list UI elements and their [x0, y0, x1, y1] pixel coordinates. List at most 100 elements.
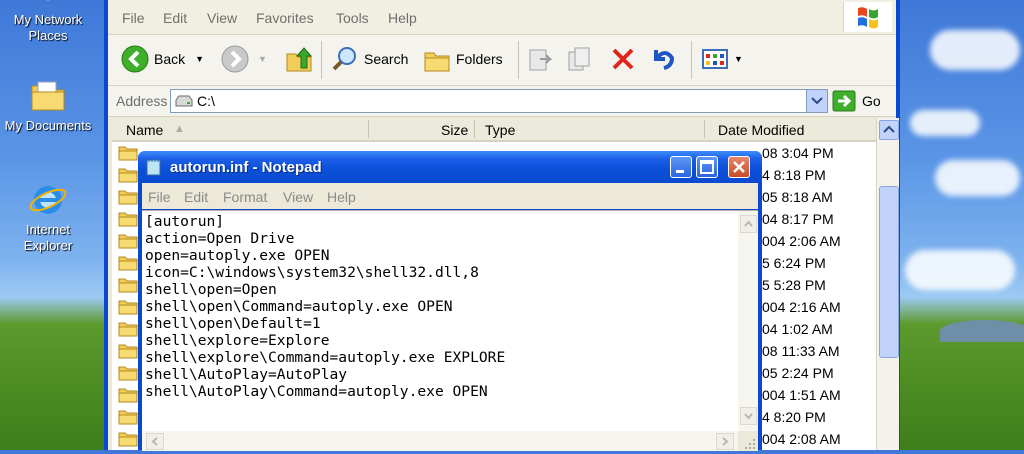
desktop-icon-label: My Network	[13, 12, 83, 27]
file-date-modified: 05 8:18 AM	[762, 189, 833, 205]
folder-icon	[118, 256, 138, 271]
close-button[interactable]	[728, 156, 750, 178]
notepad-scroll-up-button[interactable]	[740, 215, 757, 233]
notepad-menu-edit[interactable]: Edit	[184, 189, 208, 205]
go-button[interactable]: Go	[832, 89, 881, 113]
up-folder-button[interactable]	[284, 43, 318, 75]
chevron-down-icon	[744, 413, 753, 420]
menu-view[interactable]: View	[207, 10, 237, 26]
notepad-scroll-down-button[interactable]	[740, 407, 757, 425]
notepad-menu-help[interactable]: Help	[327, 189, 356, 205]
views-dropdown-icon[interactable]: ▼	[734, 54, 743, 64]
forward-dropdown-icon[interactable]: ▼	[258, 54, 267, 64]
address-dropdown-button[interactable]	[806, 90, 827, 112]
back-label: Back	[154, 51, 186, 67]
folder-icon	[118, 388, 138, 403]
file-date-modified: 05 2:24 PM	[762, 365, 834, 381]
notepad-resize-grip[interactable]	[738, 431, 758, 451]
notepad-content[interactable]: [autorun] action=Open Drive open=autoply…	[145, 213, 505, 400]
views-grid-icon	[702, 49, 728, 69]
desktop-icon-label: Places	[28, 28, 68, 43]
folder-icon	[118, 300, 138, 315]
folders-label: Folders	[456, 51, 503, 67]
file-date-modified: 004 2:16 AM	[762, 299, 841, 315]
notepad-horizontal-scrollbar[interactable]	[142, 431, 738, 451]
toolbar-separator	[518, 41, 519, 79]
column-type[interactable]: Type	[485, 122, 515, 138]
drive-icon	[175, 95, 193, 107]
file-date-modified: 04 8:17 PM	[762, 211, 834, 227]
column-separator[interactable]	[368, 120, 369, 138]
file-date-modified: 004 1:51 AM	[762, 387, 841, 403]
delete-x-icon	[612, 48, 634, 70]
search-label: Search	[364, 51, 409, 67]
scroll-up-button[interactable]	[879, 120, 899, 140]
minimize-button[interactable]	[670, 156, 692, 178]
address-bar: Address C:\ Go	[108, 86, 896, 117]
menu-tools[interactable]: Tools	[336, 10, 369, 26]
move-to-icon	[529, 49, 553, 71]
notepad-menubar: File Edit Format View Help	[142, 183, 758, 209]
file-list-header: Name ▲ Size Type Date Modified	[112, 118, 876, 142]
notepad-scroll-right-button[interactable]	[716, 433, 734, 450]
chevron-up-icon	[883, 125, 895, 133]
notepad-title: autorun.inf - Notepad	[170, 159, 322, 176]
search-button[interactable]: Search	[330, 43, 408, 75]
menu-file[interactable]: File	[122, 10, 145, 26]
notepad-menu-view[interactable]: View	[283, 189, 313, 205]
column-size[interactable]: Size	[441, 122, 468, 138]
views-button[interactable]: ▼	[700, 43, 743, 75]
notepad-menu-format[interactable]: Format	[223, 189, 267, 205]
notepad-scroll-left-button[interactable]	[146, 433, 164, 450]
copy-to-button[interactable]	[566, 43, 600, 75]
column-separator[interactable]	[704, 120, 705, 138]
menu-favorites[interactable]: Favorites	[256, 10, 314, 26]
folder-icon	[118, 278, 138, 293]
chevron-left-icon	[151, 437, 158, 446]
back-dropdown-icon[interactable]: ▼	[195, 54, 204, 64]
file-date-modified: 004 2:08 AM	[762, 431, 841, 447]
search-icon	[332, 47, 356, 71]
notepad-window: autorun.inf - Notepad File Edit Format V…	[138, 151, 762, 451]
address-input[interactable]: C:\	[170, 89, 828, 113]
desktop-icon-label: Explorer	[23, 238, 73, 253]
desktop-icon-my-documents[interactable]: My Documents	[0, 76, 96, 134]
maximize-icon	[700, 160, 714, 174]
forward-button[interactable]: ▼	[220, 43, 267, 75]
move-to-button[interactable]	[526, 43, 560, 75]
menu-help[interactable]: Help	[388, 10, 417, 26]
column-name[interactable]: Name	[126, 122, 163, 138]
notepad-vertical-scrollbar[interactable]	[738, 211, 758, 431]
notepad-titlebar[interactable]: autorun.inf - Notepad	[138, 151, 762, 183]
notepad-text-area[interactable]: [autorun] action=Open Drive open=autoply…	[142, 210, 758, 451]
scroll-thumb[interactable]	[879, 186, 899, 358]
folders-icon	[424, 52, 450, 72]
chevron-up-icon	[744, 220, 753, 227]
file-date-modified: 08 11:33 AM	[762, 343, 840, 359]
file-date-modified: 4 8:20 PM	[762, 409, 826, 425]
column-separator[interactable]	[474, 120, 475, 138]
desktop-icon-internet-explorer[interactable]: Internet Explorer	[0, 180, 96, 254]
file-date-modified: 4 8:18 PM	[762, 167, 826, 183]
desktop-icon-my-network-places[interactable]: My Network Places	[0, 0, 96, 44]
notepad-menu-file[interactable]: File	[148, 189, 171, 205]
folder-icon	[118, 432, 138, 447]
file-list-scrollbar[interactable]	[876, 118, 899, 450]
maximize-button[interactable]	[696, 156, 718, 178]
menu-edit[interactable]: Edit	[163, 10, 187, 26]
notepad-icon	[146, 159, 161, 176]
windows-logo	[843, 2, 892, 32]
folders-button[interactable]: Folders	[422, 43, 503, 75]
desktop-icon-label: Internet	[25, 222, 71, 237]
folder-icon	[118, 234, 138, 249]
back-button[interactable]: Back ▼	[120, 43, 204, 75]
up-folder-icon	[286, 47, 313, 72]
undo-button[interactable]	[648, 43, 682, 75]
folder-icon	[118, 344, 138, 359]
column-date-modified[interactable]: Date Modified	[718, 122, 804, 138]
folder-icon	[118, 366, 138, 381]
explorer-toolbar: Back ▼ ▼ Search Folders ▼	[108, 35, 896, 86]
delete-button[interactable]	[608, 43, 642, 75]
folder-icon	[118, 212, 138, 227]
windows-flag-icon	[858, 7, 878, 29]
